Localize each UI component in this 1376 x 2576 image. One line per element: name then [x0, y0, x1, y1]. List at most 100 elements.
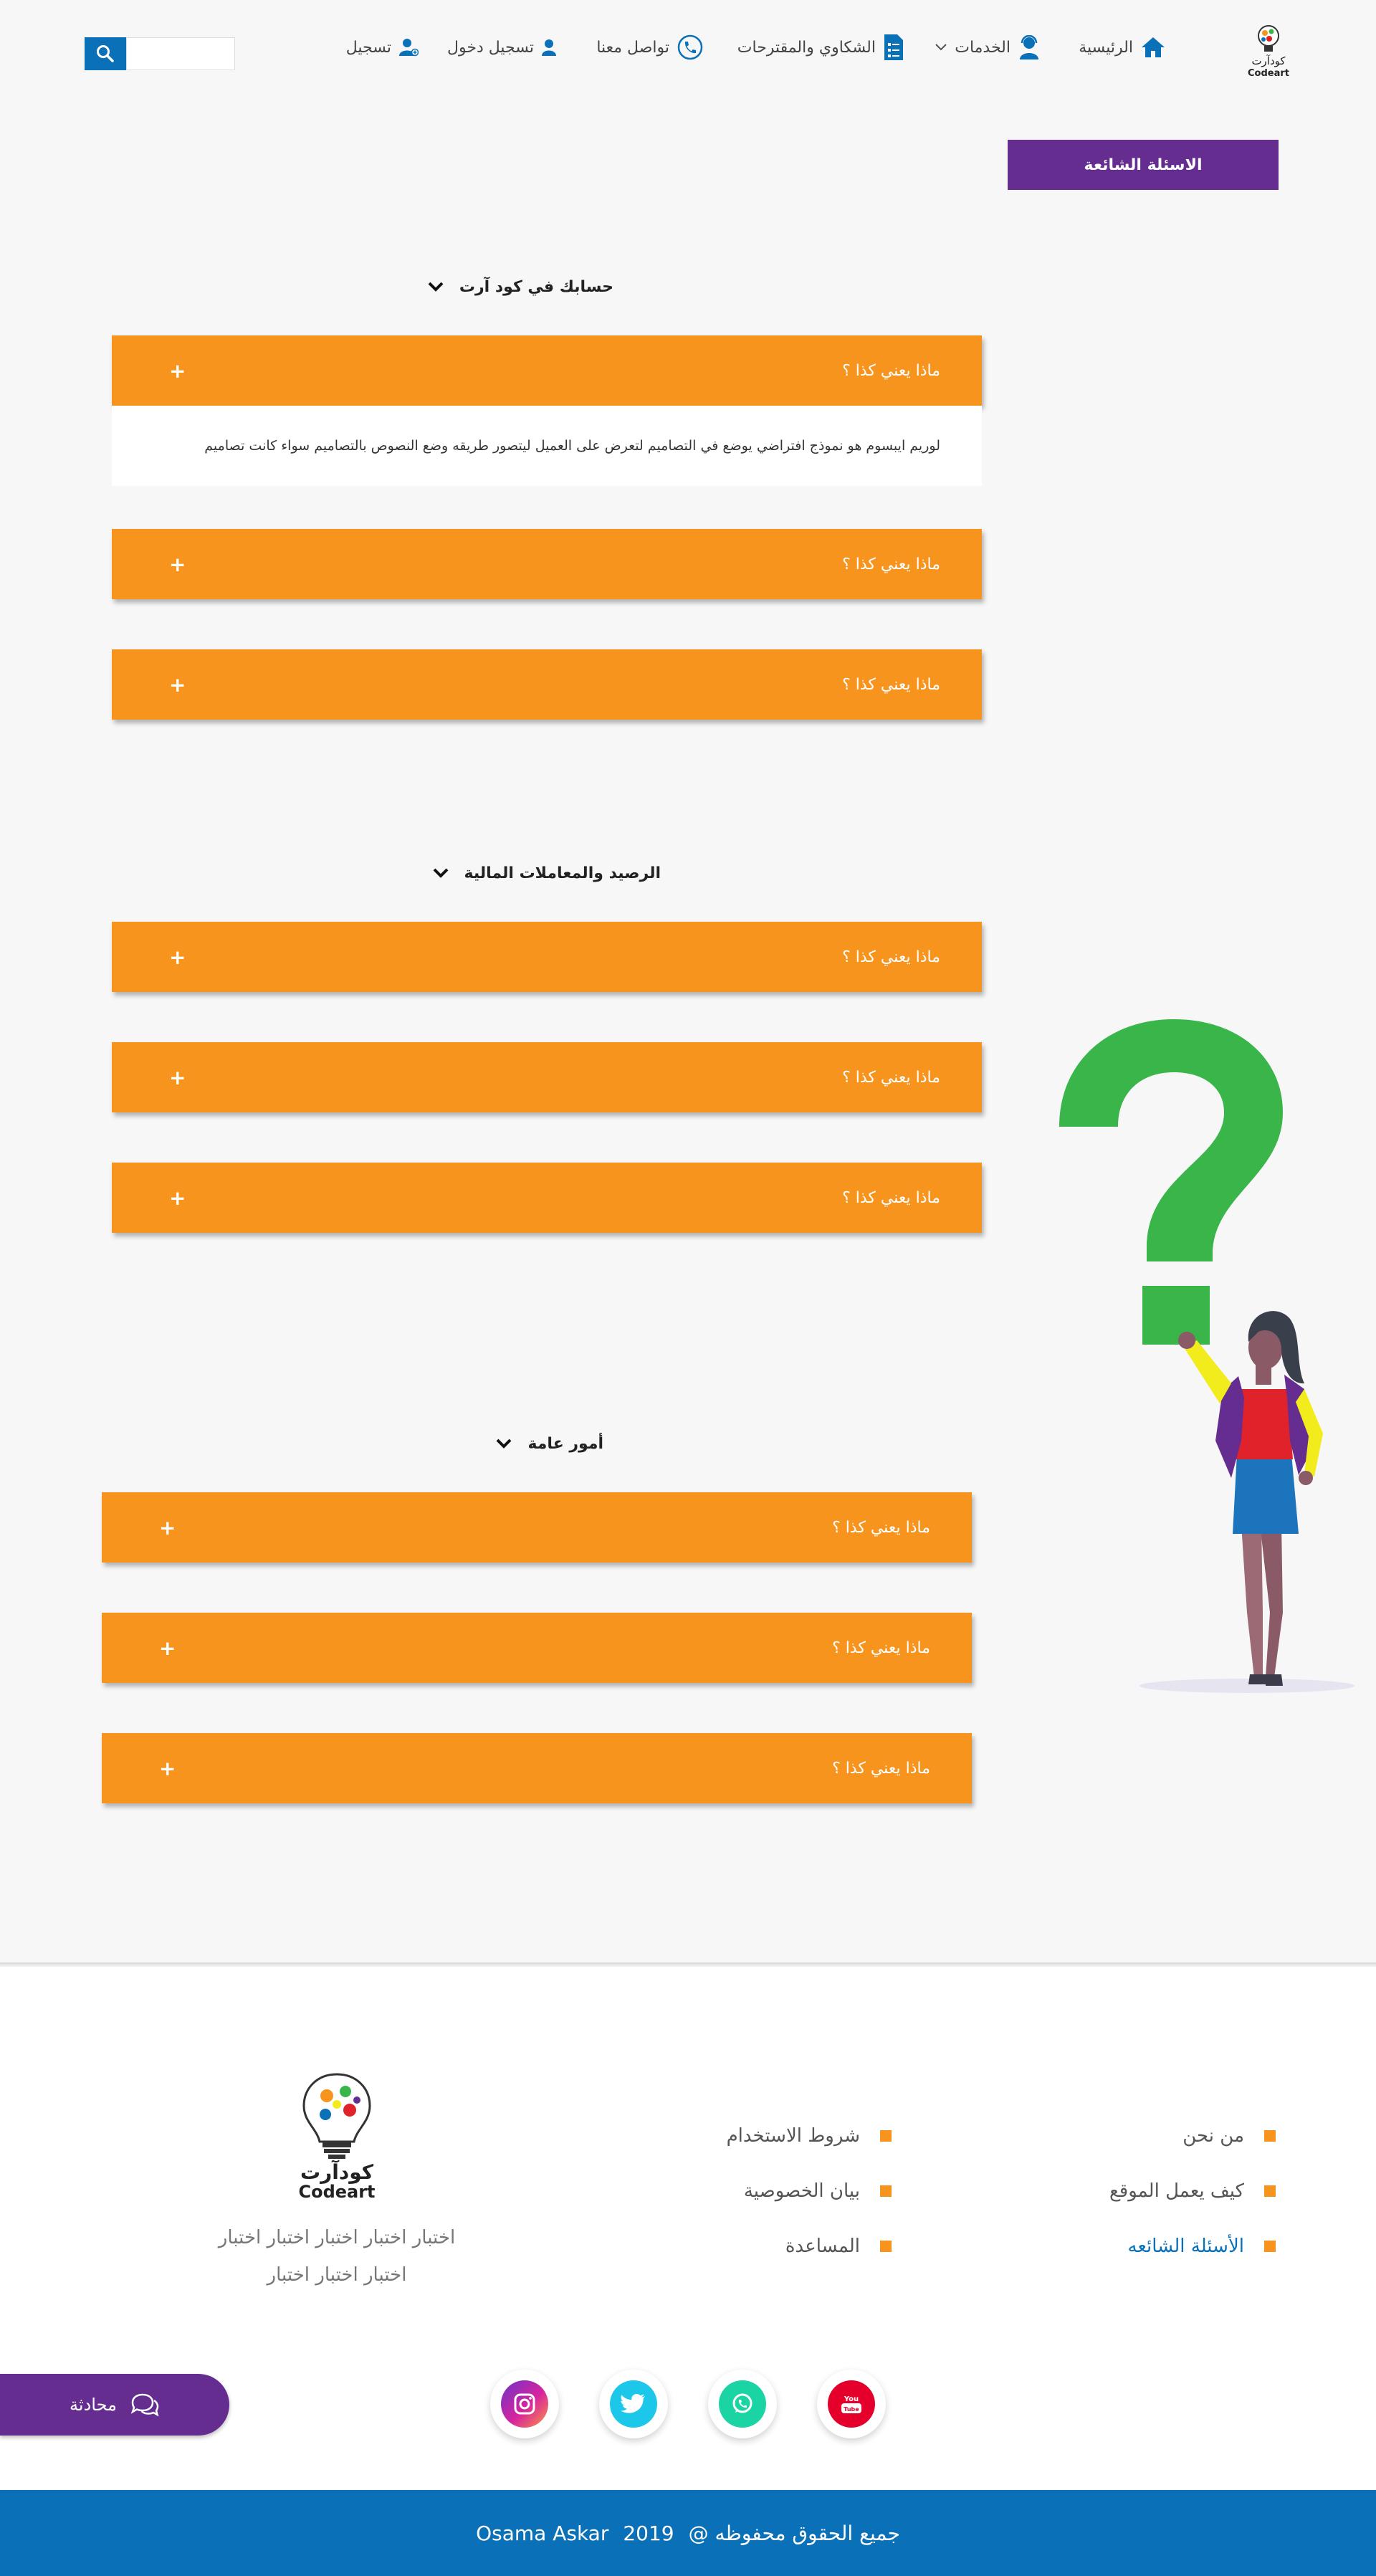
section-title-general[interactable]: أمور عامة — [496, 1429, 603, 1458]
twitter-link[interactable] — [599, 2370, 668, 2438]
svg-text:Tube: Tube — [844, 2406, 859, 2413]
chat-button[interactable]: محادثة — [0, 2374, 229, 2436]
svg-text:كودآرت: كودآرت — [1251, 54, 1286, 67]
user-icon — [542, 39, 556, 56]
bullet-square-icon — [1264, 2185, 1276, 2197]
faq-tab[interactable]: الاسئلة الشائعة — [1008, 140, 1279, 190]
plus-icon[interactable]: + — [169, 1163, 186, 1233]
plus-icon[interactable]: + — [159, 1733, 176, 1803]
footer-logo: كودآرت Codeart — [287, 2071, 387, 2202]
nav-contact[interactable]: تواصل معنا — [596, 33, 704, 62]
copyright-name: Osama Askar — [476, 2521, 609, 2545]
phone-icon — [677, 34, 703, 60]
faq-question[interactable]: ماذا يعني كذا ؟ + — [102, 1733, 972, 1803]
chat-bubbles-icon — [130, 2393, 159, 2417]
bullet-square-icon — [880, 2185, 892, 2197]
whatsapp-link[interactable] — [708, 2370, 777, 2438]
youtube-link[interactable]: Tube You — [817, 2370, 886, 2438]
footer-link-terms[interactable]: شروط الاستخدام — [727, 2122, 892, 2150]
nav-register[interactable]: تسجيل — [346, 33, 419, 62]
footer-link-label: شروط الاستخدام — [726, 2125, 860, 2147]
question-text: ماذا يعني كذا ؟ — [832, 1518, 930, 1537]
document-icon — [884, 34, 903, 60]
svg-text:Codeart: Codeart — [298, 2182, 375, 2200]
question-text: ماذا يعني كذا ؟ — [842, 555, 940, 573]
nav-login-label: تسجيل دخول — [447, 38, 534, 57]
instagram-link[interactable] — [490, 2370, 559, 2438]
faq-answer: لوريم ايبسوم هو نموذج افتراضي يوضع في ال… — [112, 406, 982, 486]
chat-button-label: محادثة — [70, 2395, 117, 2415]
twitter-icon — [621, 2393, 645, 2413]
answer-text: لوريم ايبسوم هو نموذج افتراضي يوضع في ال… — [204, 438, 940, 454]
section-title-label: أمور عامة — [527, 1434, 603, 1453]
youtube-icon: Tube You — [841, 2395, 861, 2413]
copyright-year: 2019 — [623, 2521, 674, 2545]
nav-services-label: الخدمات — [955, 38, 1010, 57]
faq-question[interactable]: ماذا يعني كذا ؟ + — [102, 1613, 972, 1683]
faq-tab-label: الاسئلة الشائعة — [1084, 156, 1203, 174]
plus-icon[interactable]: + — [169, 335, 186, 406]
plus-icon[interactable]: + — [159, 1613, 176, 1683]
question-text: ماذا يعني كذا ؟ — [842, 948, 940, 966]
question-text: ماذا يعني كذا ؟ — [842, 1188, 940, 1207]
copyright-bar: جميع الحقوق محفوظه @ 2019 Osama Askar — [0, 2490, 1376, 2576]
plus-icon[interactable]: + — [169, 529, 186, 599]
user-add-icon — [399, 39, 419, 57]
faq-question[interactable]: ماذا يعني كذا ؟ + — [102, 1492, 972, 1563]
faq-question[interactable]: ماذا يعني كذا ؟ + — [112, 922, 982, 992]
footer-description-line: اختبار اختبار اختبار — [267, 2264, 407, 2286]
nav-home-label: الرئيسية — [1079, 38, 1133, 57]
footer-link-faq[interactable]: الأسئلة الشائعه — [1128, 2232, 1276, 2261]
svg-text:كودآرت: كودآرت — [300, 2160, 374, 2184]
faq-question[interactable]: ماذا يعني كذا ؟ + — [112, 529, 982, 599]
home-icon — [1142, 37, 1165, 57]
faq-question[interactable]: ماذا يعني كذا ؟ + — [112, 1163, 982, 1233]
bullet-square-icon — [880, 2241, 892, 2252]
plus-icon[interactable]: + — [159, 1492, 176, 1563]
nav-login[interactable]: تسجيل دخول — [447, 33, 557, 62]
bullet-square-icon — [880, 2130, 892, 2142]
search-icon — [97, 45, 114, 62]
footer-link-privacy[interactable]: بيان الخصوصية — [744, 2177, 892, 2205]
footer-link-label: بيان الخصوصية — [743, 2180, 860, 2202]
chevron-down-icon — [935, 44, 947, 51]
section-title-label: حسابك في كود آرت — [459, 277, 613, 296]
nav-complaints[interactable]: الشكاوي والمقترحات — [737, 33, 904, 62]
nav-contact-label: تواصل معنا — [596, 38, 669, 57]
svg-text:Codeart: Codeart — [1248, 68, 1289, 79]
bullet-square-icon — [1264, 2130, 1276, 2142]
copyright-text: جميع الحقوق محفوظه @ — [688, 2521, 900, 2545]
plus-icon[interactable]: + — [169, 1042, 186, 1112]
footer-link-label: من نحن — [1182, 2125, 1244, 2147]
section-title-finance[interactable]: الرصيد والمعاملات المالية — [433, 859, 661, 887]
nav-services[interactable]: الخدمات — [935, 33, 1041, 62]
faq-question[interactable]: ماذا يعني كذا ؟ + — [112, 335, 982, 406]
search-button[interactable] — [85, 37, 126, 70]
chevron-down-icon — [428, 282, 444, 292]
plus-icon[interactable]: + — [169, 922, 186, 992]
footer-link-label: المساعدة — [785, 2236, 860, 2257]
question-text: ماذا يعني كذا ؟ — [842, 675, 940, 694]
nav-home[interactable]: الرئيسية — [1079, 33, 1166, 62]
section-title-account[interactable]: حسابك في كود آرت — [428, 272, 613, 301]
footer-link-label: الأسئلة الشائعه — [1127, 2236, 1244, 2257]
site-logo[interactable]: كودآرت Codeart — [1244, 20, 1293, 80]
section-title-label: الرصيد والمعاملات المالية — [464, 864, 661, 882]
footer-link-how-it-works[interactable]: كيف يعمل الموقع — [1109, 2177, 1276, 2205]
question-text: ماذا يعني كذا ؟ — [842, 1068, 940, 1087]
svg-text:You: You — [844, 2395, 859, 2403]
footer-link-about[interactable]: من نحن — [1182, 2122, 1276, 2150]
instagram-icon — [514, 2393, 535, 2415]
faq-question[interactable]: ماذا يعني كذا ؟ + — [112, 649, 982, 720]
search-input[interactable] — [126, 37, 235, 70]
plus-icon[interactable]: + — [169, 649, 186, 720]
site-header: كودآرت Codeart الرئيسية الخدمات الشكاوي … — [0, 0, 1376, 100]
chevron-down-icon — [433, 868, 448, 878]
whatsapp-icon — [732, 2393, 752, 2413]
nav-complaints-label: الشكاوي والمقترحات — [737, 38, 876, 57]
footer-description-line: اختبار اختبار اختبار اختبار اختبار — [218, 2227, 456, 2248]
faq-question[interactable]: ماذا يعني كذا ؟ + — [112, 1042, 982, 1112]
footer-link-help[interactable]: المساعدة — [785, 2232, 892, 2261]
question-text: ماذا يعني كذا ؟ — [842, 361, 940, 380]
search-box — [85, 37, 235, 70]
